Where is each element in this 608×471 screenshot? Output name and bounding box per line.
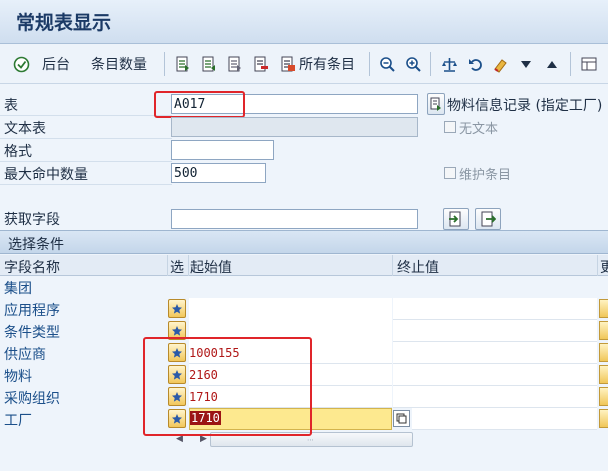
info-record-button[interactable]: 物料信息记录 (指定工厂) [447, 95, 602, 115]
to-value-input[interactable] [393, 320, 597, 342]
row-divider [0, 138, 172, 139]
row-divider [0, 161, 172, 162]
table-label: 表 [4, 98, 18, 114]
undo-icon[interactable] [466, 55, 484, 73]
eraser-icon[interactable] [491, 55, 509, 73]
toolbar-separator [369, 52, 370, 76]
multiple-selection-button[interactable] [599, 343, 608, 362]
max-hits-input[interactable] [171, 163, 266, 183]
multiple-selection-button[interactable] [599, 299, 608, 318]
multiple-selection-button[interactable] [599, 387, 608, 406]
multiple-selection-button[interactable] [599, 321, 608, 340]
from-value-input[interactable] [189, 298, 392, 320]
maintain-entries-checkbox[interactable] [444, 167, 456, 179]
table-row: 集团 [0, 276, 608, 298]
field-name: 条件类型 [4, 325, 60, 341]
to-value-input[interactable] [393, 386, 597, 408]
import-button[interactable] [443, 208, 469, 230]
entry-count-button[interactable]: 条目数量 [91, 54, 147, 74]
row-divider [0, 115, 172, 116]
chevron-up-icon[interactable] [543, 55, 561, 73]
to-value-input[interactable] [412, 408, 597, 430]
text-table-input [171, 117, 418, 137]
field-name: 应用程序 [4, 303, 60, 319]
max-hits-label: 最大命中数量 [4, 167, 88, 183]
field-name: 集团 [4, 281, 32, 297]
col-divider [167, 255, 168, 276]
info-record-icon[interactable] [427, 93, 445, 115]
highlight-box-table [154, 91, 245, 118]
title-bar: 常规表显示 [0, 0, 608, 44]
col-more: 更 [600, 260, 608, 276]
no-text-checkbox[interactable] [444, 121, 456, 133]
toolbar: 后台 条目数量 所有条目 [0, 44, 608, 84]
select-option-icon[interactable] [168, 299, 186, 318]
all-entries-icon[interactable] [279, 55, 297, 73]
col-to: 终止值 [397, 260, 439, 276]
col-field-name: 字段名称 [4, 260, 60, 276]
scrollbar-grip-icon: ⋯ [307, 436, 315, 444]
row-divider [0, 184, 172, 185]
window-title: 常规表显示 [16, 12, 112, 34]
col-from: 起始值 [190, 260, 232, 276]
format-label: 格式 [4, 144, 32, 160]
select-all-icon[interactable] [226, 55, 244, 73]
table-row: 应用程序 [0, 298, 608, 320]
toolbar-separator [570, 52, 571, 76]
all-entries-button[interactable]: 所有条目 [299, 54, 355, 74]
value-help-icon[interactable] [393, 410, 410, 427]
balance-icon[interactable] [440, 55, 458, 73]
execute-icon[interactable] [12, 55, 30, 73]
chevron-down-icon[interactable] [517, 55, 535, 73]
col-select: 选 [170, 260, 184, 276]
zoom-in-icon[interactable] [404, 55, 422, 73]
get-fields-label: 获取字段 [4, 212, 60, 228]
col-divider [188, 255, 189, 276]
toolbar-separator [164, 52, 165, 76]
deselect-block-icon[interactable] [200, 55, 218, 73]
to-value-input[interactable] [393, 342, 597, 364]
to-value-input[interactable] [393, 364, 597, 386]
layout-icon[interactable] [580, 55, 598, 73]
text-table-label: 文本表 [4, 121, 46, 137]
selection-column-header: 字段名称 选 起始值 终止值 更 [0, 255, 608, 276]
no-text-label: 无文本 [459, 122, 499, 137]
field-name: 供应商 [4, 347, 46, 363]
delete-selection-icon[interactable] [252, 55, 270, 73]
maintain-entries-label: 维护条目 [459, 168, 512, 183]
field-name: 工厂 [4, 413, 32, 429]
field-name: 采购组织 [4, 391, 60, 407]
selection-criteria-title: 选择条件 [8, 237, 64, 253]
col-divider [597, 255, 598, 276]
to-value-input[interactable] [393, 298, 597, 320]
multiple-selection-button[interactable] [599, 409, 608, 428]
format-input[interactable] [171, 140, 274, 160]
select-block-icon[interactable] [174, 55, 192, 73]
get-fields-input[interactable] [171, 209, 418, 229]
col-divider [392, 255, 393, 276]
multiple-selection-button[interactable] [599, 365, 608, 384]
field-name: 物料 [4, 369, 32, 385]
background-button[interactable]: 后台 [42, 54, 70, 74]
toolbar-separator [430, 52, 431, 76]
zoom-out-icon[interactable] [378, 55, 396, 73]
highlight-box-values [143, 337, 312, 436]
selection-criteria-header: 选择条件 [0, 230, 608, 254]
export-button[interactable] [475, 208, 501, 230]
